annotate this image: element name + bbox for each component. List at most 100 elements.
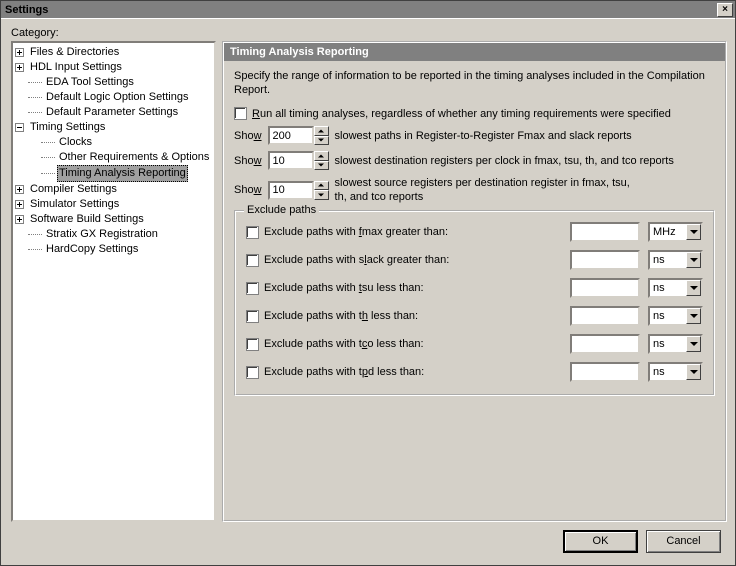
ok-button[interactable]: OK: [563, 530, 638, 553]
exclude-label: Exclude paths with tpd less than:: [264, 366, 424, 378]
exclude-checkbox[interactable]: [246, 366, 259, 379]
show-dest-registers-row: Show slowest destination registers per c…: [234, 151, 715, 170]
category-tree[interactable]: Files & Directories HDL Input Settings E…: [11, 41, 216, 522]
exclude-value-input[interactable]: [570, 334, 640, 354]
chevron-down-icon[interactable]: [686, 224, 701, 240]
exclude-value-input[interactable]: [570, 250, 640, 270]
exclude-row: Exclude paths with th less than: ns: [246, 306, 703, 326]
tree-compiler[interactable]: Compiler Settings: [28, 182, 119, 197]
exclude-label: Exclude paths with tsu less than:: [264, 282, 424, 294]
slowest-paths-text: slowest paths in Register-to-Register Fm…: [335, 130, 632, 142]
show-label: Show: [234, 155, 262, 167]
exclude-unit-combo[interactable]: ns: [648, 306, 703, 326]
tree-eda-tool[interactable]: EDA Tool Settings: [44, 75, 136, 90]
tree-default-logic[interactable]: Default Logic Option Settings: [44, 90, 190, 105]
exclude-unit-value: ns: [650, 280, 686, 296]
dialog-buttons: OK Cancel: [11, 522, 727, 561]
source-registers-input[interactable]: [268, 181, 314, 200]
show-label: Show: [234, 130, 262, 142]
exclude-unit-combo[interactable]: ns: [648, 250, 703, 270]
exclude-unit-combo[interactable]: ns: [648, 278, 703, 298]
exclude-row: Exclude paths with tco less than: ns: [246, 334, 703, 354]
panel-description: Specify the range of information to be r…: [234, 69, 715, 97]
exclude-unit-combo[interactable]: MHz: [648, 222, 703, 242]
exclude-label: Exclude paths with slack greater than:: [264, 254, 449, 266]
show-source-registers-row: Show slowest source registers per destin…: [234, 176, 715, 204]
tree-default-param[interactable]: Default Parameter Settings: [44, 105, 180, 120]
exclude-label: Exclude paths with tco less than:: [264, 338, 424, 350]
columns: Files & Directories HDL Input Settings E…: [11, 41, 727, 522]
close-button[interactable]: ×: [717, 3, 733, 17]
exclude-checkbox[interactable]: [246, 310, 259, 323]
exclude-value-input[interactable]: [570, 278, 640, 298]
exclude-checkbox[interactable]: [246, 254, 259, 267]
source-registers-spinner: [268, 181, 329, 200]
expand-icon[interactable]: [15, 63, 24, 72]
settings-dialog: Settings × Category: Files & Directories…: [0, 0, 736, 566]
dest-registers-text: slowest destination registers per clock …: [335, 155, 674, 167]
exclude-checkbox[interactable]: [246, 282, 259, 295]
expand-icon[interactable]: [15, 185, 24, 194]
expand-icon[interactable]: [15, 200, 24, 209]
exclude-unit-combo[interactable]: ns: [648, 362, 703, 382]
run-all-row: Run all timing analyses, regardless of w…: [234, 107, 715, 120]
panel-header: Timing Analysis Reporting: [224, 43, 725, 61]
exclude-row: Exclude paths with tpd less than: ns: [246, 362, 703, 382]
exclude-label: Exclude paths with th less than:: [264, 310, 418, 322]
expand-icon[interactable]: [15, 48, 24, 57]
exclude-unit-value: ns: [650, 336, 686, 352]
exclude-row: Exclude paths with tsu less than: ns: [246, 278, 703, 298]
chevron-down-icon[interactable]: [686, 252, 701, 268]
tree-files-directories[interactable]: Files & Directories: [28, 45, 121, 60]
run-all-label: Run all timing analyses, regardless of w…: [252, 108, 671, 120]
tree-simulator[interactable]: Simulator Settings: [28, 197, 121, 212]
exclude-checkbox[interactable]: [246, 226, 259, 239]
run-all-checkbox[interactable]: [234, 107, 247, 120]
exclude-value-input[interactable]: [570, 306, 640, 326]
exclude-checkbox[interactable]: [246, 338, 259, 351]
spin-down-icon[interactable]: [314, 161, 329, 171]
spin-up-icon[interactable]: [314, 151, 329, 161]
settings-panel: Timing Analysis Reporting Specify the ra…: [222, 41, 727, 522]
exclude-unit-value: ns: [650, 252, 686, 268]
exclude-unit-value: ns: [650, 364, 686, 380]
dest-registers-input[interactable]: [268, 151, 314, 170]
show-slowest-paths-row: Show slowest paths in Register-to-Regist…: [234, 126, 715, 145]
tree-software-build[interactable]: Software Build Settings: [28, 212, 146, 227]
exclude-paths-group: Exclude paths Exclude paths with fmax gr…: [234, 210, 715, 396]
slowest-paths-input[interactable]: [268, 126, 314, 145]
slowest-paths-spinner: [268, 126, 329, 145]
panel-body: Specify the range of information to be r…: [224, 61, 725, 520]
dest-registers-spinner: [268, 151, 329, 170]
collapse-icon[interactable]: [15, 123, 24, 132]
show-label: Show: [234, 184, 262, 196]
titlebar: Settings ×: [1, 1, 735, 19]
exclude-paths-title: Exclude paths: [244, 204, 319, 216]
tree-stratix[interactable]: Stratix GX Registration: [44, 227, 160, 242]
exclude-unit-combo[interactable]: ns: [648, 334, 703, 354]
tree-hardcopy[interactable]: HardCopy Settings: [44, 242, 140, 257]
chevron-down-icon[interactable]: [686, 308, 701, 324]
exclude-label: Exclude paths with fmax greater than:: [264, 226, 448, 238]
dialog-body: Category: Files & Directories HDL Input …: [1, 19, 735, 565]
category-label: Category:: [11, 27, 727, 39]
spin-up-icon[interactable]: [314, 126, 329, 136]
tree-other-req[interactable]: Other Requirements & Options: [57, 150, 211, 165]
chevron-down-icon[interactable]: [686, 280, 701, 296]
exclude-value-input[interactable]: [570, 362, 640, 382]
tree-hdl-input[interactable]: HDL Input Settings: [28, 60, 124, 75]
spin-up-icon[interactable]: [314, 181, 329, 191]
exclude-value-input[interactable]: [570, 222, 640, 242]
exclude-unit-value: MHz: [650, 224, 686, 240]
spin-down-icon[interactable]: [314, 136, 329, 146]
window-title: Settings: [3, 4, 717, 16]
tree-timing-analysis-reporting[interactable]: Timing Analysis Reporting: [57, 165, 188, 182]
tree-timing-settings[interactable]: Timing Settings: [28, 120, 107, 135]
tree-clocks[interactable]: Clocks: [57, 135, 94, 150]
expand-icon[interactable]: [15, 215, 24, 224]
cancel-button[interactable]: Cancel: [646, 530, 721, 553]
chevron-down-icon[interactable]: [686, 364, 701, 380]
spin-down-icon[interactable]: [314, 190, 329, 200]
chevron-down-icon[interactable]: [686, 336, 701, 352]
exclude-row: Exclude paths with slack greater than: ns: [246, 250, 703, 270]
